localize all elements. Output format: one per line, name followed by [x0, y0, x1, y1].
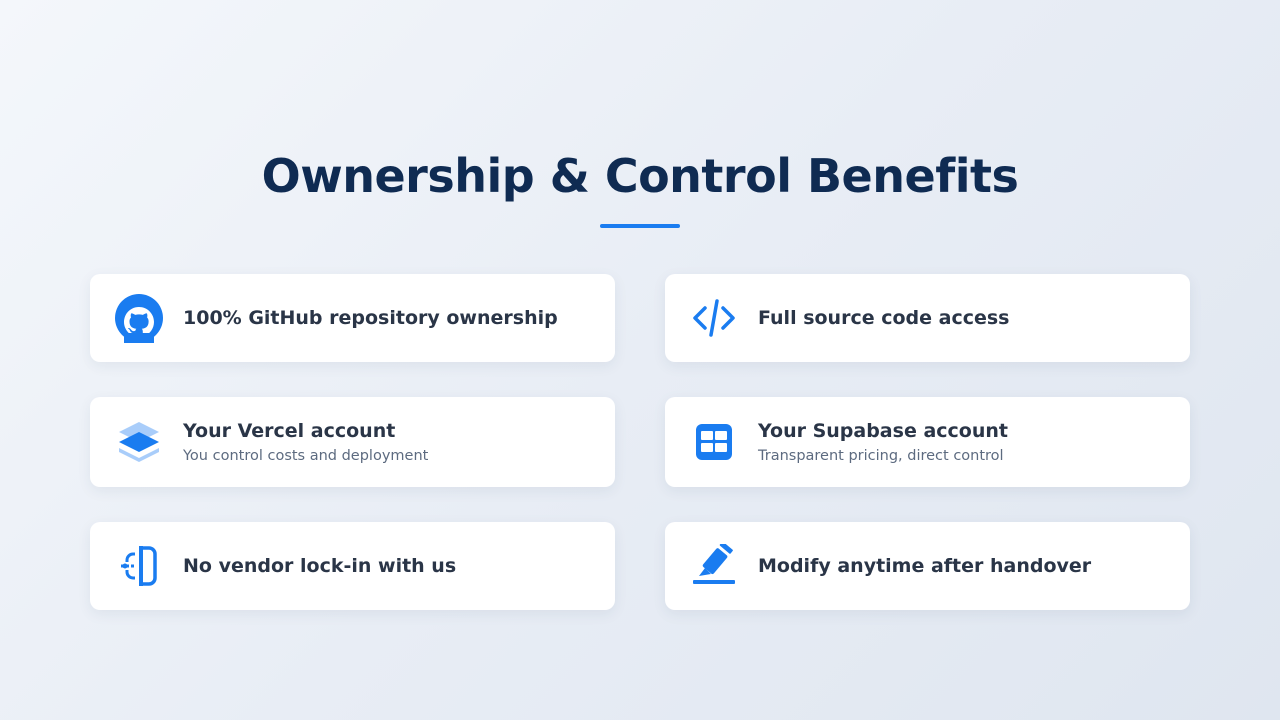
benefit-card-modify: Modify anytime after handover: [665, 522, 1190, 610]
benefit-label: Modify anytime after handover: [758, 555, 1092, 577]
title-underline: [600, 224, 680, 228]
benefit-card-vercel: Your Vercel account You control costs an…: [90, 397, 615, 487]
benefit-label: No vendor lock-in with us: [183, 555, 457, 577]
benefit-card-supabase: Your Supabase account Transparent pricin…: [665, 397, 1190, 487]
table-icon: [689, 417, 739, 467]
benefit-label: Full source code access: [758, 307, 1010, 329]
edit-icon: [689, 541, 739, 591]
benefit-label: Your Supabase account: [758, 420, 1008, 442]
benefit-label: 100% GitHub repository ownership: [183, 307, 558, 329]
layers-icon: [114, 417, 164, 467]
unlink-icon: [114, 541, 164, 591]
benefit-card-github: 100% GitHub repository ownership: [90, 274, 615, 362]
benefit-description: You control costs and deployment: [183, 448, 429, 464]
benefit-label: Your Vercel account: [183, 420, 396, 442]
code-icon: [689, 293, 739, 343]
benefit-description: Transparent pricing, direct control: [758, 448, 1004, 464]
benefit-card-no-lock-in: No vendor lock-in with us: [90, 522, 615, 610]
benefit-card-source-code: Full source code access: [665, 274, 1190, 362]
github-icon: [114, 293, 164, 343]
page-title: Ownership & Control Benefits: [261, 149, 1019, 203]
